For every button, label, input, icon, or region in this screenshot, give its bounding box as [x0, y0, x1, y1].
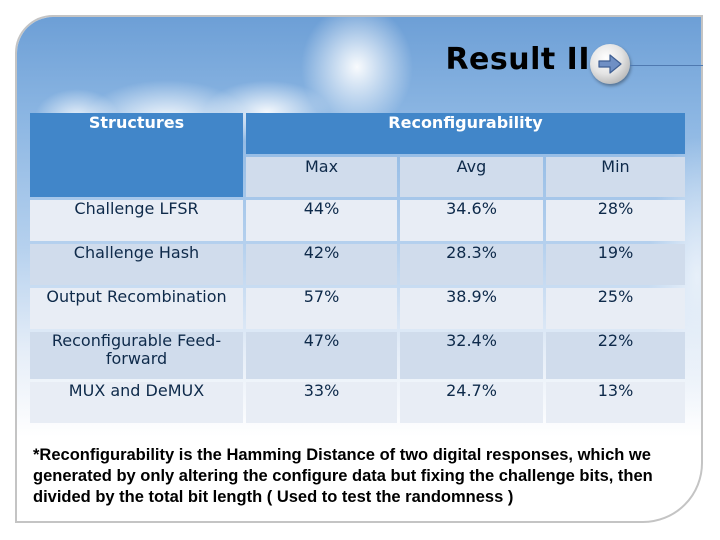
- avg-cell: 24.7%: [400, 382, 543, 423]
- footnote: *Reconfigurability is the Hamming Distan…: [33, 446, 653, 506]
- next-slide-button[interactable]: [590, 44, 630, 84]
- max-cell: 33%: [246, 382, 397, 423]
- table-row: Reconfigurable Feed-forward 47% 32.4% 22…: [30, 332, 685, 379]
- header-structures: Structures: [30, 113, 243, 197]
- title-rule: [630, 65, 703, 66]
- max-cell: 57%: [246, 288, 397, 329]
- max-cell: 42%: [246, 244, 397, 285]
- min-cell: 13%: [546, 382, 685, 423]
- avg-cell: 34.6%: [400, 200, 543, 241]
- table-row: Challenge Hash 42% 28.3% 19%: [30, 244, 685, 285]
- arrow-right-icon: [598, 54, 622, 74]
- table-row: Output Recombination 57% 38.9% 25%: [30, 288, 685, 329]
- min-cell: 25%: [546, 288, 685, 329]
- min-cell: 28%: [546, 200, 685, 241]
- structure-cell: Challenge Hash: [30, 244, 243, 285]
- min-cell: 22%: [546, 332, 685, 379]
- structure-cell: Output Recombination: [30, 288, 243, 329]
- structure-cell: Reconfigurable Feed-forward: [30, 332, 243, 379]
- avg-cell: 38.9%: [400, 288, 543, 329]
- header-min: Min: [546, 156, 685, 197]
- avg-cell: 32.4%: [400, 332, 543, 379]
- structure-cell: MUX and DeMUX: [30, 382, 243, 423]
- min-cell: 19%: [546, 244, 685, 285]
- slide-title: Result II: [445, 42, 590, 77]
- table-row: Challenge LFSR 44% 34.6% 28%: [30, 200, 685, 241]
- table-row: MUX and DeMUX 33% 24.7% 13%: [30, 382, 685, 423]
- header-reconfigurability: Reconfigurability: [246, 113, 685, 154]
- avg-cell: 28.3%: [400, 244, 543, 285]
- structure-cell: Challenge LFSR: [30, 200, 243, 241]
- header-avg: Avg: [400, 156, 543, 197]
- header-max: Max: [246, 156, 397, 197]
- max-cell: 44%: [246, 200, 397, 241]
- results-table: Structures Reconfigurability Max Avg Min…: [27, 110, 688, 426]
- max-cell: 47%: [246, 332, 397, 379]
